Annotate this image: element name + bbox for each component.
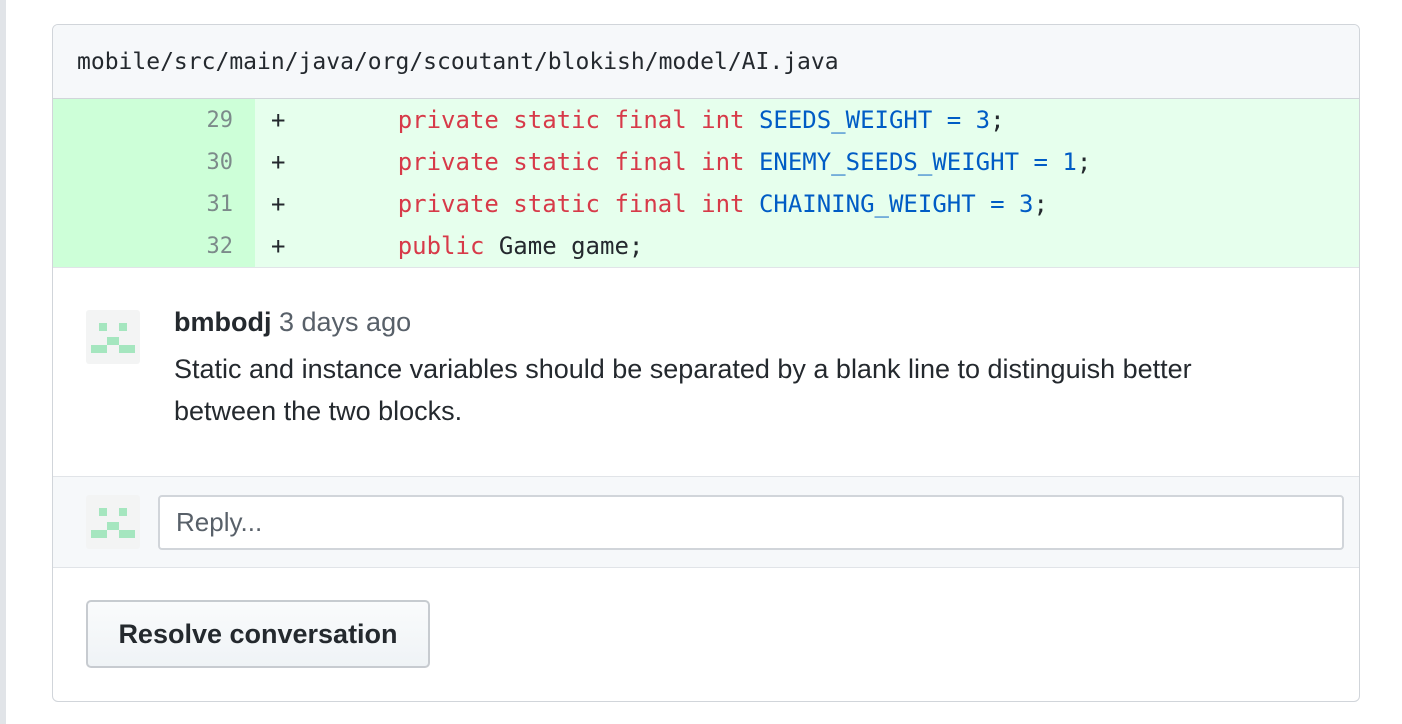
code-token-plain: Game game;	[498, 232, 644, 260]
review-comment: bmbodj 3 days ago Static and instance va…	[53, 267, 1359, 476]
diff-added-marker: +	[271, 148, 286, 176]
file-header: mobile/src/main/java/org/scoutant/blokis…	[53, 25, 1359, 99]
diff-line: 32 + public Game game;	[53, 225, 1359, 267]
code-token-plain: ;	[1076, 148, 1092, 176]
code-line: + public Game game;	[255, 225, 1359, 267]
code-token-const: ENEMY_SEEDS_WEIGHT = 1	[758, 148, 1077, 176]
diff-added-marker: +	[271, 106, 286, 134]
diff-line: 30 + private static final int ENEMY_SEEDS…	[53, 141, 1359, 183]
comment-meta: bmbodj 3 days ago	[174, 304, 1299, 340]
left-rail	[0, 0, 6, 724]
resolve-area: Resolve conversation	[53, 568, 1359, 698]
code-token-kw: private static final int	[397, 106, 759, 134]
diff-added-marker: +	[271, 232, 286, 260]
file-path[interactable]: mobile/src/main/java/org/scoutant/blokis…	[77, 49, 839, 75]
code-line: + private static final int ENEMY_SEEDS_W…	[255, 141, 1359, 183]
identicon-avatar-icon	[91, 323, 135, 353]
code-token-plain: ;	[990, 106, 1005, 134]
line-number[interactable]: 29	[53, 99, 255, 141]
code-line: + private static final int CHAINING_WEIG…	[255, 183, 1359, 225]
review-thread: mobile/src/main/java/org/scoutant/blokis…	[52, 24, 1360, 702]
diff-added-marker: +	[271, 190, 286, 218]
line-number[interactable]: 30	[53, 141, 255, 183]
reply-bar	[53, 476, 1359, 568]
comment-body: bmbodj 3 days ago Static and instance va…	[174, 304, 1299, 432]
code-token-kw: public	[397, 232, 499, 260]
code-token-plain: ;	[1033, 190, 1048, 218]
code-token-kw: private static final int	[397, 148, 759, 176]
identicon-avatar-icon	[91, 508, 135, 538]
reply-avatar	[86, 495, 140, 549]
diff-table: 29 + private static final int SEEDS_WEIGH…	[53, 99, 1359, 267]
diff-line: 29 + private static final int SEEDS_WEIGH…	[53, 99, 1359, 141]
code-line: + private static final int SEEDS_WEIGHT …	[255, 99, 1359, 141]
resolve-conversation-button[interactable]: Resolve conversation	[86, 600, 430, 668]
code-token-const: SEEDS_WEIGHT = 3	[758, 106, 991, 134]
author-avatar[interactable]	[86, 310, 140, 364]
code-token-const: CHAINING_WEIGHT = 3	[758, 190, 1034, 218]
code-token-kw: private static final int	[397, 190, 759, 218]
line-number[interactable]: 31	[53, 183, 255, 225]
reply-input[interactable]	[158, 495, 1344, 550]
comment-timestamp[interactable]: 3 days ago	[279, 307, 411, 337]
line-number[interactable]: 32	[53, 225, 255, 267]
comment-author[interactable]: bmbodj	[174, 307, 271, 337]
diff-line: 31 + private static final int CHAINING_WE…	[53, 183, 1359, 225]
comment-text: Static and instance variables should be …	[174, 354, 1192, 426]
